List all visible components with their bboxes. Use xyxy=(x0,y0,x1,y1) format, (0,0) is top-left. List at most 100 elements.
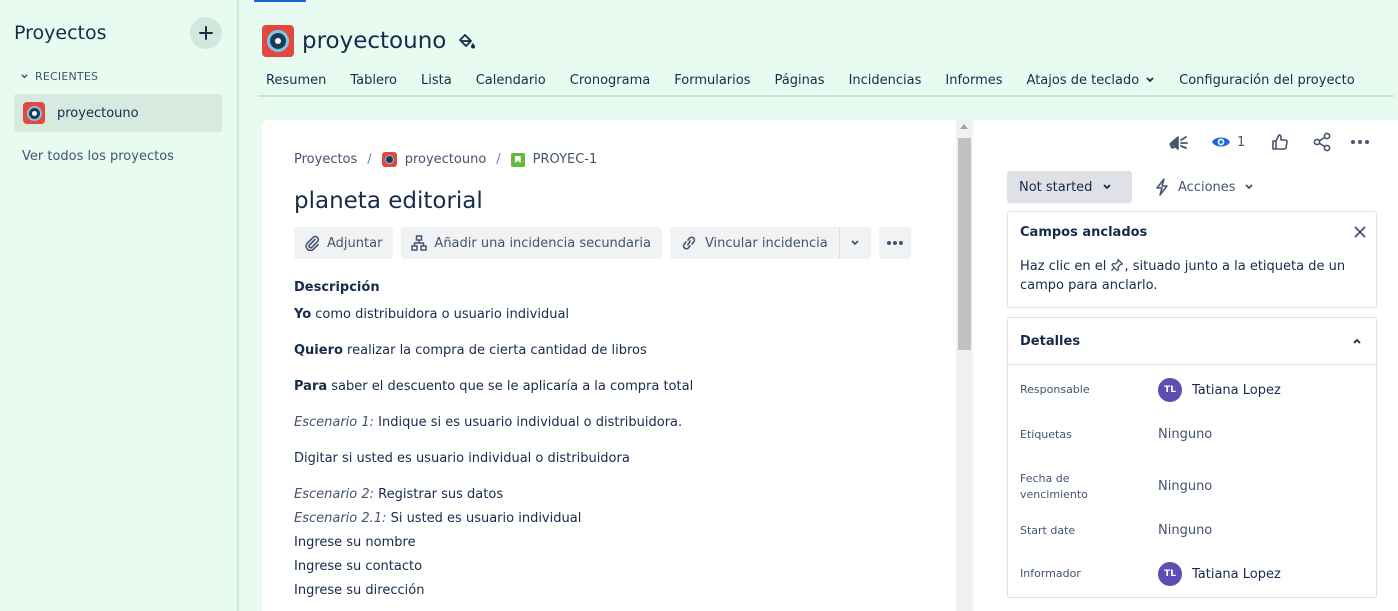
start-date-value[interactable]: Ninguno xyxy=(1158,521,1212,539)
project-avatar-icon xyxy=(381,152,397,167)
breadcrumb-project[interactable]: proyectouno xyxy=(381,152,487,167)
more-actions-button[interactable] xyxy=(878,227,911,259)
link-issue-label: Vincular incidencia xyxy=(704,235,828,251)
megaphone-icon xyxy=(1169,136,1188,150)
tab-label: Atajos de teclado xyxy=(1026,72,1140,88)
tab-cronograma[interactable]: Cronograma xyxy=(570,70,650,90)
chevron-down-icon xyxy=(1146,77,1154,83)
issue-key-label: PROYEC-1 xyxy=(532,152,598,167)
actions-dropdown[interactable]: Acciones xyxy=(1154,171,1254,203)
sidebar-item-label: proyectouno xyxy=(57,105,139,121)
tabs-divider xyxy=(258,95,1394,97)
field-label: Etiquetas xyxy=(1020,428,1072,441)
attach-label: Adjuntar xyxy=(327,235,383,251)
field-assignee: Responsable TL Tatiana Lopez xyxy=(1020,378,1370,402)
breadcrumb-separator: / xyxy=(367,152,372,167)
recent-section-toggle[interactable]: RECIENTES xyxy=(20,70,98,83)
chevron-down-icon xyxy=(21,74,28,79)
field-due-date: Fecha de vencimiento Ninguno xyxy=(1020,469,1370,503)
paint-bucket-icon[interactable] xyxy=(456,31,476,51)
text: como distribuidora o usuario individual xyxy=(311,307,570,322)
lightning-icon xyxy=(1156,178,1168,196)
scroll-up-arrow-icon[interactable] xyxy=(960,124,968,129)
issue-description[interactable]: Descripción Yo como distribuidora o usua… xyxy=(294,280,934,607)
eye-icon xyxy=(1212,137,1230,147)
breadcrumb-issue-key[interactable]: PROYEC-1 xyxy=(510,152,598,167)
tab-lista[interactable]: Lista xyxy=(421,70,452,90)
due-date-value[interactable]: Ninguno xyxy=(1158,469,1212,503)
reporter-value[interactable]: TL Tatiana Lopez xyxy=(1158,562,1281,586)
status-label: Not started xyxy=(1019,179,1093,195)
description-paragraph: Para saber el descuento que se le aplica… xyxy=(294,379,934,395)
chevron-down-icon xyxy=(1244,184,1253,190)
story-icon xyxy=(510,152,525,167)
description-paragraph: Escenario 2: Registrar sus datos xyxy=(294,487,934,503)
tab-calendario[interactable]: Calendario xyxy=(476,70,546,90)
tab-formularios[interactable]: Formularios xyxy=(674,70,750,90)
link-icon xyxy=(682,236,696,250)
feedback-button[interactable] xyxy=(1166,132,1190,152)
chevron-down-icon xyxy=(851,240,859,246)
watch-count: 1 xyxy=(1237,134,1246,150)
field-label: Informador xyxy=(1020,567,1081,580)
vote-button[interactable] xyxy=(1271,133,1289,151)
avatar: TL xyxy=(1158,562,1182,586)
text: Registrar sus datos xyxy=(374,487,504,502)
bold-text: Quiero xyxy=(294,343,343,358)
issue-title[interactable]: planeta editorial xyxy=(294,188,483,214)
sidebar-item-proyectouno[interactable]: proyectouno xyxy=(14,94,222,132)
avatar: TL xyxy=(1158,378,1182,402)
share-button[interactable] xyxy=(1312,132,1332,152)
add-project-button[interactable] xyxy=(190,17,222,49)
project-avatar-icon xyxy=(23,102,45,124)
active-indicator xyxy=(254,0,306,2)
field-label: Responsable xyxy=(1020,383,1090,396)
sidebar-title: Proyectos xyxy=(14,22,107,44)
text: Fecha de vencimiento xyxy=(1020,472,1088,501)
thumbs-up-icon xyxy=(1272,134,1289,150)
view-all-projects-link[interactable]: Ver todos los proyectos xyxy=(22,149,174,164)
project-title: proyectouno xyxy=(302,28,447,54)
watch-button[interactable]: 1 xyxy=(1211,135,1245,150)
close-pinned-button[interactable] xyxy=(1354,223,1366,243)
tab-informes[interactable]: Informes xyxy=(945,70,1002,90)
share-icon xyxy=(1313,132,1331,152)
text: saber el descuento que se le aplicaría a… xyxy=(327,379,694,394)
tab-configuracion[interactable]: Configuración del proyecto xyxy=(1179,70,1355,90)
breadcrumb-project-label: proyectouno xyxy=(404,152,487,167)
project-avatar-icon xyxy=(262,25,294,57)
description-paragraph: Escenario 1: Indique si es usuario indiv… xyxy=(294,415,934,431)
status-dropdown[interactable]: Not started xyxy=(1007,171,1132,203)
attach-button[interactable]: Adjuntar xyxy=(294,227,394,259)
link-issue-dropdown[interactable] xyxy=(838,227,871,259)
link-issue-split-button: Vincular incidencia xyxy=(669,227,871,259)
description-paragraph: Escenario 2.1: Si usted es usuario indiv… xyxy=(294,511,934,527)
issue-actions: Adjuntar Añadir una incidencia secundari… xyxy=(294,227,911,259)
more-options-button[interactable] xyxy=(1350,139,1370,145)
tab-resumen[interactable]: Resumen xyxy=(266,70,326,90)
pin-icon xyxy=(1111,258,1124,272)
details-card: Detalles Responsable TL Tatiana Lopez Et… xyxy=(1007,317,1377,598)
issue-toolbar: 1 xyxy=(1166,130,1370,154)
tab-tablero[interactable]: Tablero xyxy=(350,70,397,90)
link-issue-button[interactable]: Vincular incidencia xyxy=(669,227,839,259)
italic-text: Escenario 2.1: xyxy=(294,511,387,526)
field-reporter: Informador TL Tatiana Lopez xyxy=(1020,562,1370,586)
tab-atajos-de-teclado[interactable]: Atajos de teclado xyxy=(1027,70,1156,90)
tab-paginas[interactable]: Páginas xyxy=(774,70,824,90)
text: realizar la compra de cierta cantidad de… xyxy=(342,343,647,358)
add-child-issue-button[interactable]: Añadir una incidencia secundaria xyxy=(401,227,662,259)
scrollbar-thumb[interactable] xyxy=(958,138,971,350)
breadcrumb-projects[interactable]: Proyectos xyxy=(294,152,357,167)
details-header[interactable]: Detalles xyxy=(1008,318,1376,365)
chevron-up-icon xyxy=(1353,338,1361,344)
labels-value[interactable]: Ninguno xyxy=(1158,425,1212,443)
paperclip-icon xyxy=(305,235,320,251)
field-start-date: Start date Ninguno xyxy=(1020,521,1370,539)
assignee-value[interactable]: TL Tatiana Lopez xyxy=(1158,378,1281,402)
close-icon xyxy=(1354,226,1366,238)
description-paragraph: Yo como distribuidora o usuario individu… xyxy=(294,307,934,323)
pinned-fields-title: Campos anclados xyxy=(1020,225,1148,240)
tab-incidencias[interactable]: Incidencias xyxy=(849,70,922,90)
chevron-down-icon xyxy=(1103,184,1112,190)
